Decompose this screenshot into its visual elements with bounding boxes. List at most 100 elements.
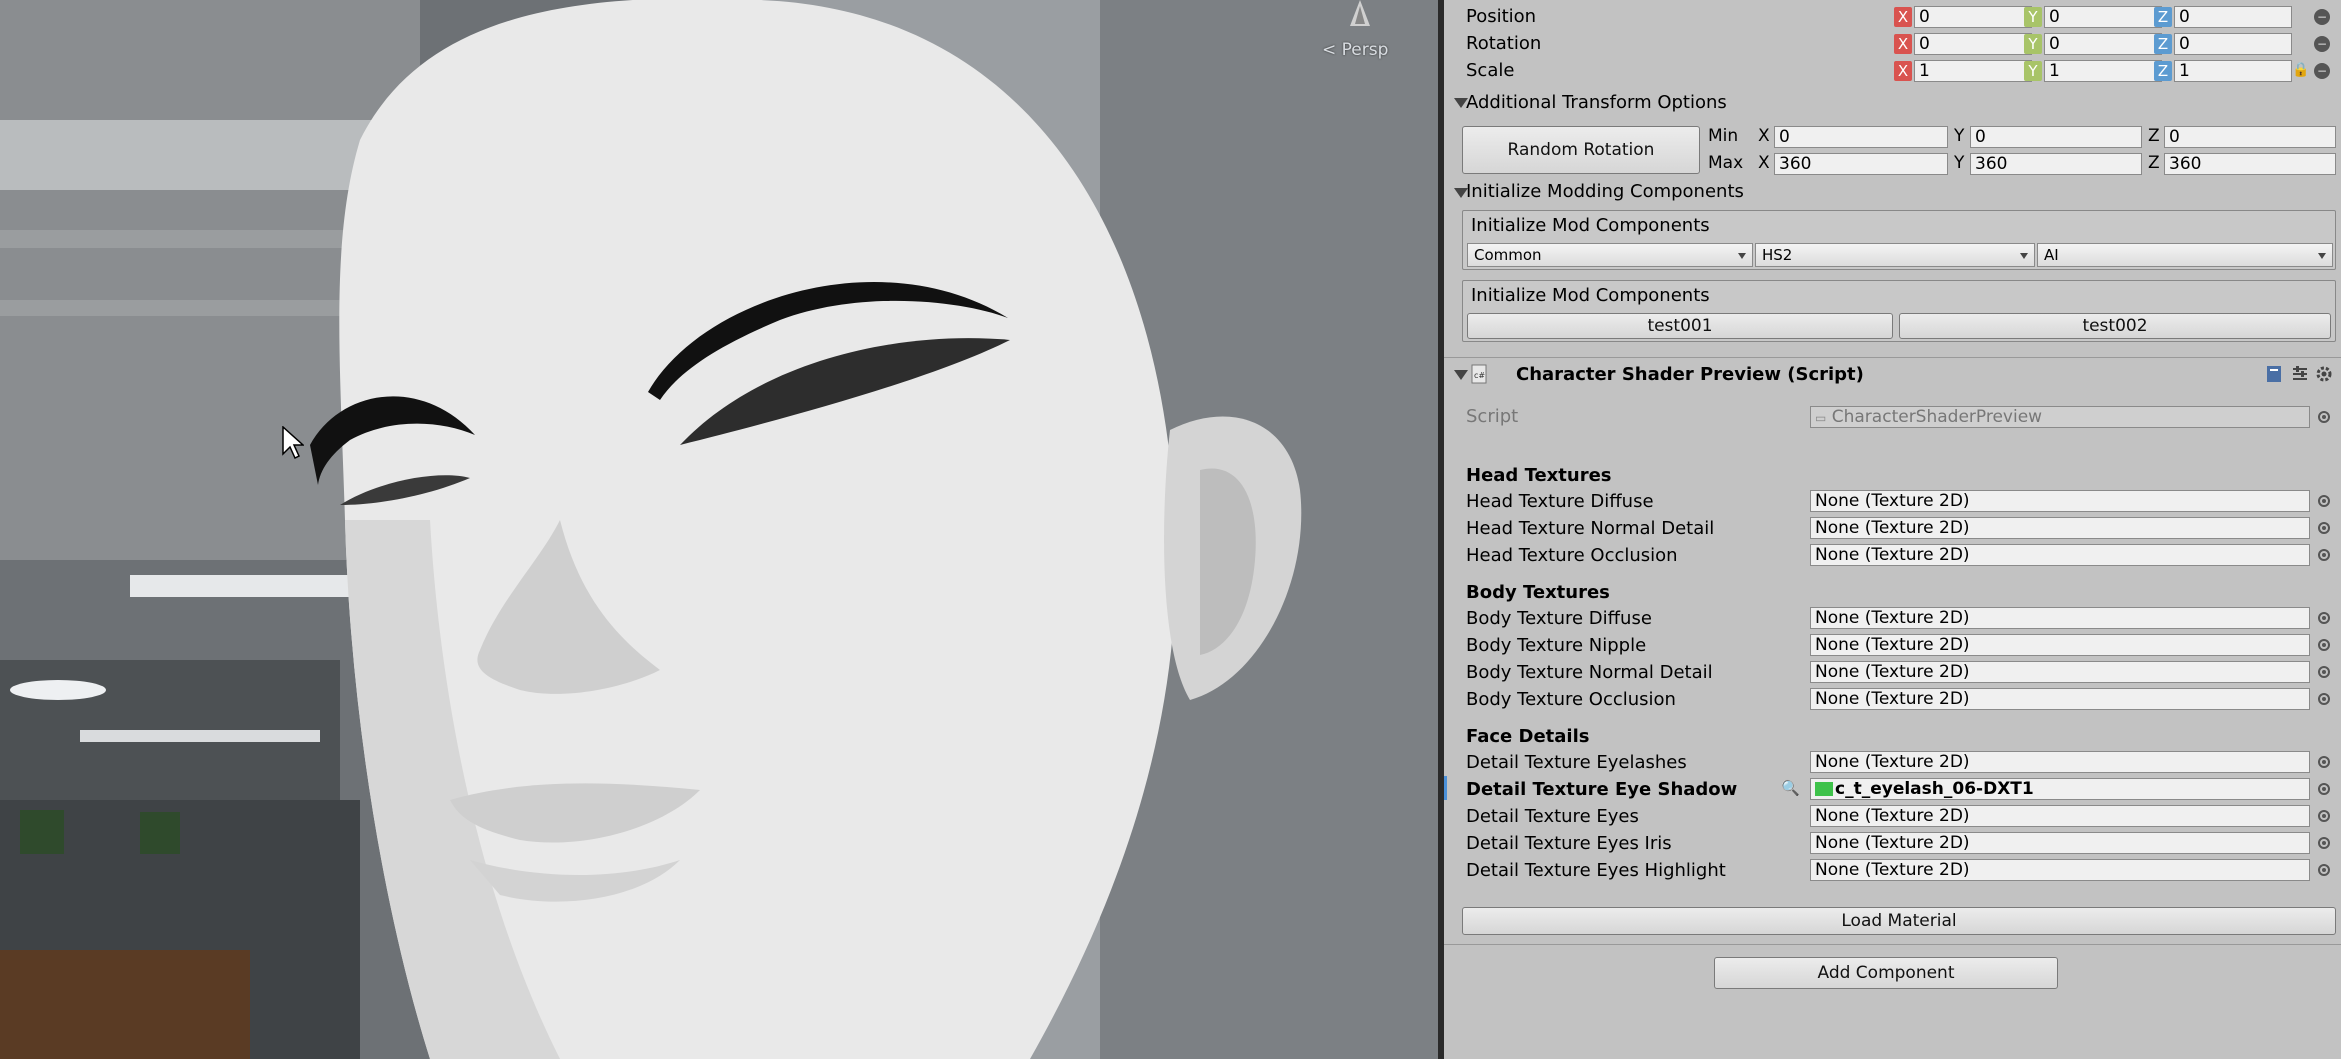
object-picker-icon[interactable] (2318, 864, 2330, 876)
detail-texture-eyes-iris-field[interactable]: None (Texture 2D) (1810, 832, 2310, 854)
detail-texture-eyes-iris-label: Detail Texture Eyes Iris (1466, 833, 1672, 854)
reset-position-icon[interactable]: − (2314, 9, 2330, 25)
scale-x-field[interactable]: 1 (1914, 60, 2032, 82)
body-texture-normal-detail-field[interactable]: None (Texture 2D) (1810, 661, 2310, 683)
rotation-label: Rotation (1466, 33, 1542, 54)
rotation-x-field[interactable]: 0 (1914, 33, 2032, 55)
hs2-dropdown[interactable]: HS2 (1755, 243, 2035, 267)
position-z-field[interactable]: 0 (2174, 6, 2292, 28)
camera-perspective-label[interactable]: < Persp (1322, 40, 1388, 60)
orientation-gizmo-icon[interactable] (1348, 0, 1372, 26)
body-texture-occlusion-label: Body Texture Occlusion (1466, 689, 1676, 710)
detail-texture-eyes-highlight-field[interactable]: None (Texture 2D) (1810, 859, 2310, 881)
rotation-y-field[interactable]: 0 (2044, 33, 2162, 55)
reset-scale-icon[interactable]: − (2314, 63, 2330, 79)
min-z-field[interactable]: 0 (2164, 126, 2336, 148)
mod-box-title: Initialize Mod Components (1471, 215, 1710, 236)
max-y-field[interactable]: 360 (1970, 153, 2142, 175)
body-texture-nipple-field[interactable]: None (Texture 2D) (1810, 634, 2310, 656)
detail-texture-eyelashes-label: Detail Texture Eyelashes (1466, 752, 1687, 773)
object-picker-icon[interactable] (2318, 549, 2330, 561)
object-picker-icon[interactable] (2318, 639, 2330, 651)
axis-x-label[interactable]: X (1894, 61, 1912, 81)
object-picker-icon[interactable] (2318, 783, 2330, 795)
object-picker-icon[interactable] (2318, 411, 2330, 423)
body-texture-diffuse-label: Body Texture Diffuse (1466, 608, 1652, 629)
scale-row: Scale X 1 Y 1 Z 1 🔒 − (1444, 58, 2341, 84)
common-dropdown-value: Common (1474, 246, 1542, 264)
position-y-field[interactable]: 0 (2044, 6, 2162, 28)
object-picker-icon[interactable] (2318, 810, 2330, 822)
axis-z-label[interactable]: Z (2154, 7, 2172, 27)
max-label: Max (1708, 153, 1744, 173)
scale-label: Scale (1466, 60, 1515, 81)
test002-button[interactable]: test002 (1899, 313, 2331, 339)
head-texture-diffuse-field[interactable]: None (Texture 2D) (1810, 490, 2310, 512)
axis-y-label[interactable]: Y (2024, 34, 2042, 54)
object-picker-icon[interactable] (2318, 693, 2330, 705)
scene-render (0, 0, 1438, 1059)
axis-z-label[interactable]: Z (2154, 61, 2172, 81)
scale-y-field[interactable]: 1 (2044, 60, 2162, 82)
body-texture-occlusion-field[interactable]: None (Texture 2D) (1810, 688, 2310, 710)
shader-preview-title[interactable]: Character Shader Preview (Script) (1516, 364, 1864, 385)
rotation-z-field[interactable]: 0 (2174, 33, 2292, 55)
inspector-panel: Position X 0 Y 0 Z 0 − Rotation X 0 Y 0 … (1444, 0, 2341, 1059)
object-picker-icon[interactable] (2318, 756, 2330, 768)
axis-x-label[interactable]: X (1894, 34, 1912, 54)
add-component-button[interactable]: Add Component (1714, 957, 2058, 989)
modding-header[interactable]: Initialize Modding Components (1466, 181, 1744, 202)
position-x-field[interactable]: 0 (1914, 6, 2032, 28)
face-details-header: Face Details (1466, 726, 1590, 747)
axis-x-label[interactable]: X (1894, 7, 1912, 27)
lock-icon[interactable]: 🔒 (2292, 62, 2309, 78)
detail-texture-eye-shadow-label: Detail Texture Eye Shadow (1466, 779, 1738, 800)
script-file-icon: ▭ (1815, 411, 1827, 425)
position-label: Position (1466, 6, 1537, 27)
min-x-field[interactable]: 0 (1774, 126, 1948, 148)
scale-z-field[interactable]: 1 (2174, 60, 2292, 82)
scene-view[interactable]: < Persp (0, 0, 1438, 1059)
foldout-arrow-icon[interactable] (1454, 370, 1468, 380)
reset-rotation-icon[interactable]: − (2314, 36, 2330, 52)
max-z-field[interactable]: 360 (2164, 153, 2336, 175)
axis-y-label[interactable]: Y (2024, 7, 2042, 27)
head-texture-normal-detail-field[interactable]: None (Texture 2D) (1810, 517, 2310, 539)
additional-transform-header[interactable]: Additional Transform Options (1466, 92, 1727, 113)
head-texture-diffuse-label: Head Texture Diffuse (1466, 491, 1654, 512)
gear-icon[interactable] (2314, 364, 2336, 384)
axis-z-label[interactable]: Z (2154, 34, 2172, 54)
max-y-axis-label: Y (1954, 153, 1965, 173)
max-x-field[interactable]: 360 (1774, 153, 1948, 175)
ai-dropdown-value: AI (2044, 246, 2059, 264)
head-texture-normal-detail-label: Head Texture Normal Detail (1466, 518, 1715, 539)
preset-sliders-icon[interactable] (2290, 364, 2310, 384)
eye-shadow-value: c_t_eyelash_06-DXT1 (1835, 779, 2034, 799)
load-material-button[interactable]: Load Material (1462, 907, 2336, 935)
script-field-value: CharacterShaderPreview (1831, 407, 2043, 427)
ai-dropdown[interactable]: AI (2037, 243, 2333, 267)
detail-texture-eyes-field[interactable]: None (Texture 2D) (1810, 805, 2310, 827)
min-x-axis-label: X (1758, 126, 1770, 146)
max-x-axis-label: X (1758, 153, 1770, 173)
min-y-field[interactable]: 0 (1970, 126, 2142, 148)
search-icon[interactable]: 🔍 (1781, 779, 1800, 797)
modified-indicator (1444, 776, 1447, 800)
object-picker-icon[interactable] (2318, 612, 2330, 624)
body-texture-diffuse-field[interactable]: None (Texture 2D) (1810, 607, 2310, 629)
object-picker-icon[interactable] (2318, 522, 2330, 534)
object-picker-icon[interactable] (2318, 837, 2330, 849)
help-book-icon[interactable] (2264, 364, 2284, 384)
detail-texture-eyelashes-field[interactable]: None (Texture 2D) (1810, 751, 2310, 773)
head-texture-occlusion-field[interactable]: None (Texture 2D) (1810, 544, 2310, 566)
random-rotation-button[interactable]: Random Rotation (1462, 126, 1700, 174)
detail-texture-eye-shadow-field[interactable]: c_t_eyelash_06-DXT1 (1810, 778, 2310, 800)
axis-y-label[interactable]: Y (2024, 61, 2042, 81)
object-picker-icon[interactable] (2318, 666, 2330, 678)
mod-components-box-2: Initialize Mod Components test001 test00… (1462, 280, 2336, 342)
test001-button[interactable]: test001 (1467, 313, 1893, 339)
mouse-cursor-icon (282, 426, 304, 460)
mod-components-box: Initialize Mod Components Common HS2 AI (1462, 210, 2336, 270)
common-dropdown[interactable]: Common (1467, 243, 1753, 267)
object-picker-icon[interactable] (2318, 495, 2330, 507)
